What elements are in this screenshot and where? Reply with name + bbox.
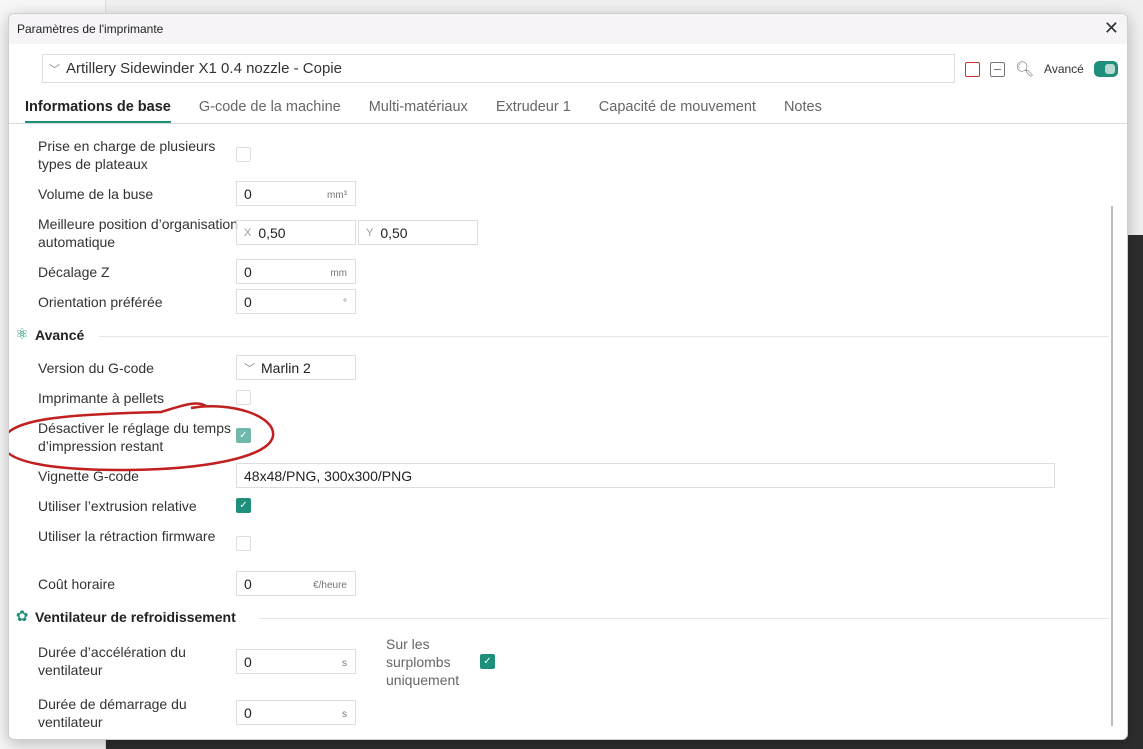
- gcode-version-label: Version du G-code: [38, 360, 154, 376]
- tab-multi-material[interactable]: Multi-matériaux: [369, 99, 468, 124]
- tab-bar: Informations de base G-code de la machin…: [25, 99, 822, 124]
- gcode-version-select[interactable]: ﹀ Marlin 2: [236, 355, 356, 380]
- fan-icon: ✿: [15, 608, 29, 625]
- advanced-label: Avancé: [1044, 62, 1084, 76]
- hourly-cost-input[interactable]: 0 €/heure: [236, 571, 356, 596]
- tab-basic-info[interactable]: Informations de base: [25, 99, 171, 124]
- fan-start-label: Durée de démarrage du ventilateur: [38, 696, 187, 730]
- tab-extruder-1[interactable]: Extrudeur 1: [496, 99, 571, 124]
- settings-content: Prise en charge de plusieurs types de pl…: [9, 124, 1119, 739]
- nozzle-volume-input[interactable]: 0 mm³: [236, 181, 356, 206]
- advanced-toggle[interactable]: [1093, 61, 1118, 77]
- printer-preset-select[interactable]: ﹀ Artillery Sidewinder X1 0.4 nozzle - C…: [42, 54, 955, 83]
- relative-extrusion-checkbox[interactable]: ✓: [236, 498, 251, 513]
- thumbnail-label: Vignette G-code: [38, 468, 139, 484]
- tab-notes[interactable]: Notes: [784, 99, 822, 124]
- z-offset-input[interactable]: 0 mm: [236, 259, 356, 284]
- fan-accel-input[interactable]: 0s: [236, 649, 356, 674]
- orientation-label: Orientation préférée: [38, 294, 163, 310]
- delete-preset-icon[interactable]: [990, 61, 1005, 77]
- scrollbar[interactable]: [1111, 206, 1113, 726]
- close-icon[interactable]: ✕: [1104, 18, 1119, 39]
- toolbar: 🔍︎ Avancé: [965, 60, 1118, 78]
- section-divider: [259, 618, 1109, 619]
- title-bar: Paramètres de l'imprimante ✕: [9, 14, 1127, 44]
- multi-plate-checkbox[interactable]: [236, 147, 251, 162]
- fan-accel-label: Durée d’accélération du ventilateur: [38, 644, 186, 678]
- section-advanced: ⚛ Avancé: [15, 326, 85, 344]
- overhang-only-label: Sur les surplombs uniquement: [386, 636, 460, 688]
- printer-settings-dialog: Paramètres de l'imprimante ✕ ﹀ Artillery…: [8, 13, 1128, 740]
- multi-plate-label: Prise en charge de plusieurs types de pl…: [38, 138, 216, 172]
- tab-motion-ability[interactable]: Capacité de mouvement: [599, 99, 756, 124]
- firmware-retraction-label: Utiliser la rétraction firmware: [38, 528, 216, 544]
- thumbnail-input[interactable]: 48x48/PNG, 300x300/PNG: [236, 463, 1055, 488]
- section-cooling-fan: ✿ Ventilateur de refroidissement: [15, 608, 236, 626]
- unit-label: mm³: [327, 190, 347, 201]
- section-divider: [99, 336, 1109, 337]
- relative-extrusion-label: Utiliser l’extrusion relative: [38, 498, 197, 514]
- preset-name: Artillery Sidewinder X1 0.4 nozzle - Cop…: [66, 60, 342, 77]
- nozzle-volume-label: Volume de la buse: [38, 186, 154, 202]
- z-offset-label: Décalage Z: [38, 264, 110, 280]
- best-position-label: Meilleure position d’organisation automa…: [38, 216, 239, 250]
- tab-machine-gcode[interactable]: G-code de la machine: [199, 99, 341, 124]
- chevron-down-icon: ﹀: [49, 63, 60, 76]
- fan-start-input[interactable]: 0s: [236, 700, 356, 725]
- dialog-title: Paramètres de l'imprimante: [17, 22, 164, 36]
- overhang-only-checkbox[interactable]: ✓: [480, 654, 495, 669]
- firmware-retraction-checkbox[interactable]: [236, 536, 251, 551]
- atom-icon: ⚛: [15, 326, 29, 343]
- best-position-x-input[interactable]: X 0,50: [236, 220, 356, 245]
- save-icon[interactable]: [965, 61, 980, 77]
- search-icon[interactable]: 🔍︎: [1015, 60, 1034, 78]
- hourly-cost-label: Coût horaire: [38, 576, 116, 592]
- orientation-input[interactable]: 0 °: [236, 289, 356, 314]
- best-position-y-input[interactable]: Y 0,50: [358, 220, 478, 245]
